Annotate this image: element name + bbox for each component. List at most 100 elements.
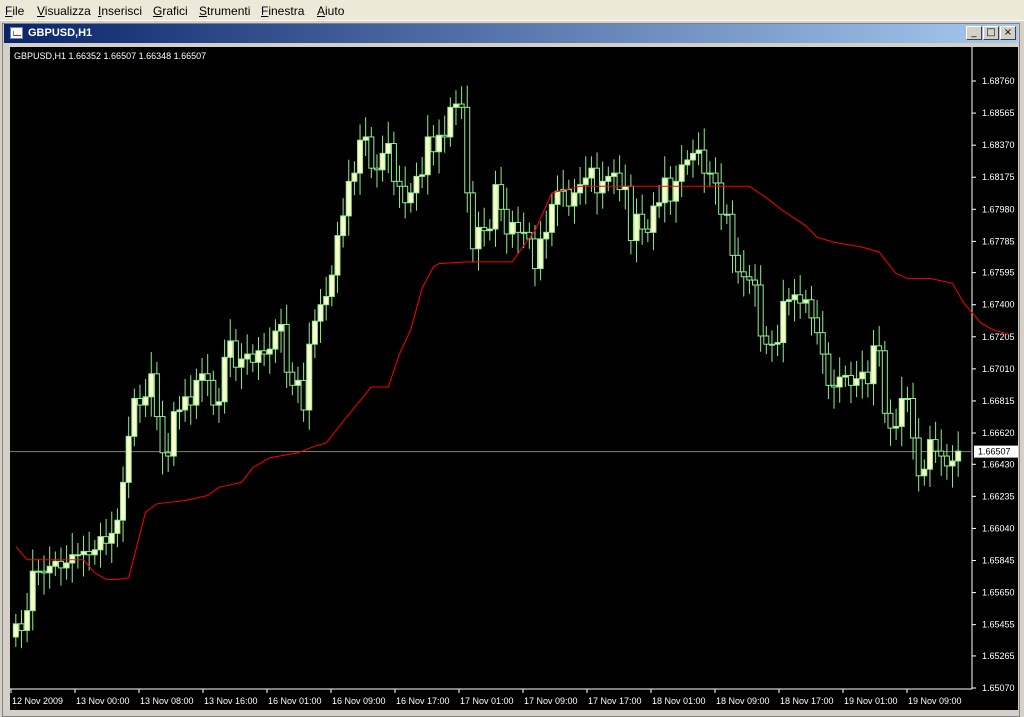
candle-body (599, 180, 606, 194)
candle-body (131, 397, 138, 437)
candle-body (351, 172, 358, 182)
candle-body (949, 460, 956, 467)
candle-body (283, 323, 290, 373)
candle-body (870, 345, 877, 385)
candle-body (396, 180, 403, 187)
menu-grafici[interactable]: Grafici (153, 4, 188, 18)
close-button[interactable]: × (1000, 26, 1016, 40)
candle-body (594, 167, 601, 194)
candle-body (452, 103, 459, 108)
chart-canvas[interactable]: 1.68760 1.68565 1.68370 1.68175 1.67980 1.677… (10, 47, 1018, 710)
candle-body (447, 106, 454, 138)
price-tick-label: 1.65455 (982, 620, 1015, 630)
candle-body (831, 384, 838, 388)
candle-body (768, 343, 775, 346)
chart-window-titlebar[interactable]: GBPUSD,H1 _ □ × (4, 24, 1018, 43)
menu-strumenti[interactable]: Strumenti (199, 4, 250, 18)
candle-body (80, 550, 87, 556)
minimize-button[interactable]: _ (966, 26, 982, 40)
candle-body (853, 378, 860, 386)
chart-window-icon (10, 27, 23, 39)
candle-body (328, 274, 335, 297)
candle-body (199, 373, 206, 381)
candle-body (187, 396, 194, 406)
candle-body (221, 356, 228, 403)
candle-body (215, 401, 222, 406)
candle-body (300, 379, 307, 411)
time-tick-label: 18 Nov 17:00 (780, 696, 834, 706)
price-tick-label: 1.66235 (982, 491, 1015, 501)
candle-body (898, 397, 905, 427)
candle-body (424, 136, 431, 176)
chart-window-title: GBPUSD,H1 (28, 27, 93, 39)
candle-body (278, 323, 285, 332)
candle-body (656, 202, 663, 207)
price-tick-label: 1.68760 (982, 76, 1015, 86)
candle-body (340, 215, 347, 237)
candle-body (938, 450, 945, 457)
candle-body (515, 221, 522, 233)
candle-body (481, 226, 488, 232)
candle-body (46, 565, 53, 574)
menu-aiuto[interactable]: Aiuto (317, 4, 344, 18)
candle-body (385, 143, 392, 154)
menu-finestra[interactable]: Finestra (261, 4, 304, 18)
candle-body (915, 437, 922, 477)
candle-body (650, 205, 657, 233)
candle-body (774, 342, 781, 345)
candle-body (475, 226, 482, 250)
menu-visualizza[interactable]: Visualizza (37, 4, 91, 18)
candle-body (537, 238, 544, 270)
price-tick-label: 1.68175 (982, 172, 1015, 182)
candle-body (780, 300, 787, 344)
candle-body (486, 228, 493, 232)
candle-body (373, 167, 380, 171)
candle-body (148, 373, 155, 398)
maximize-button[interactable]: □ (983, 26, 999, 40)
candle-body (712, 172, 719, 184)
price-chart[interactable]: 1.68760 1.68565 1.68370 1.68175 1.67980 1.677… (10, 47, 1018, 710)
candle-body (543, 231, 550, 240)
candle-body (932, 439, 939, 452)
candle-body (785, 299, 792, 302)
candle-body (86, 550, 93, 556)
candle-body (791, 294, 798, 301)
candle-body (469, 192, 476, 250)
candle-body (69, 554, 76, 564)
candle-body (120, 481, 127, 521)
candle-body (808, 299, 815, 319)
candle-body (723, 213, 730, 216)
price-tick-label: 1.65650 (982, 588, 1015, 598)
candle-body (24, 610, 31, 631)
candle-body (492, 184, 499, 230)
candle-body (357, 139, 364, 174)
candle-body (616, 172, 623, 191)
candle-body (735, 254, 742, 273)
candle-body (413, 175, 420, 194)
candle-body (740, 271, 747, 278)
candle-body (74, 554, 81, 557)
candle-body (63, 562, 70, 569)
candle-body (227, 340, 234, 358)
candle-body (159, 416, 166, 454)
price-tick-label: 1.67595 (982, 268, 1015, 278)
time-tick-label: 19 Nov 01:00 (844, 696, 898, 706)
candle-body (464, 106, 471, 194)
time-tick-label: 19 Nov 09:00 (908, 696, 962, 706)
price-tick-label: 1.66620 (982, 428, 1015, 438)
candle-body (362, 136, 369, 141)
candle-body (125, 435, 132, 483)
menu-file[interactable]: File (5, 4, 24, 18)
candle-body (41, 570, 48, 574)
candle-body (458, 103, 465, 108)
candle-body (272, 330, 279, 350)
ohlc-header: GBPUSD,H1 1.66352 1.66507 1.66348 1.6650… (14, 51, 206, 61)
candle-body (311, 320, 318, 345)
candle-body (943, 455, 950, 467)
candle-body (797, 294, 804, 304)
menu-inserisci[interactable]: Inserisci (98, 4, 142, 18)
candle-body (35, 570, 42, 573)
candle-body (323, 295, 330, 306)
price-tick-label: 1.66430 (982, 459, 1015, 469)
candle-body (571, 192, 578, 207)
